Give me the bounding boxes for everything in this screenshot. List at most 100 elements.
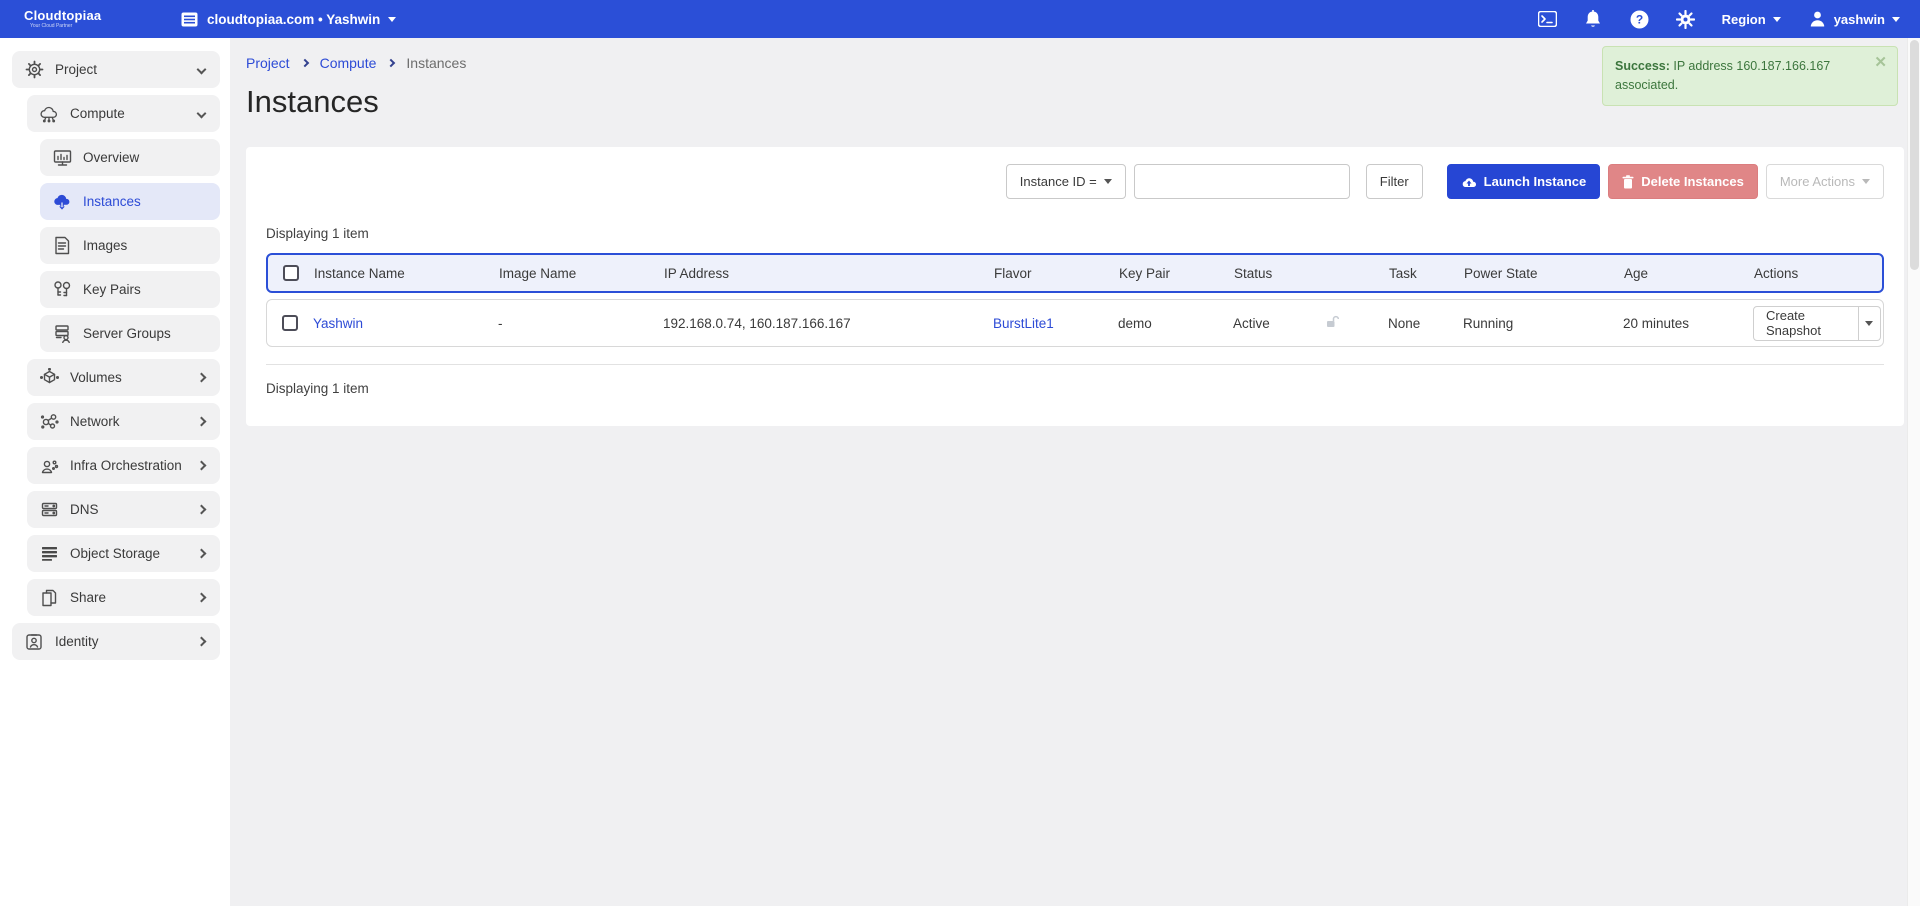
filter-button[interactable]: Filter — [1366, 164, 1423, 199]
row-actions-menu-toggle[interactable] — [1859, 306, 1881, 341]
dns-server-icon — [39, 500, 59, 520]
chevron-down-icon — [1892, 17, 1900, 22]
breadcrumb-compute[interactable]: Compute — [320, 55, 377, 71]
help-icon[interactable]: ? — [1630, 10, 1649, 29]
chevron-right-icon — [300, 59, 308, 67]
sidebar-nav: Project Compute Overview Instances — [0, 38, 230, 906]
svg-text:?: ? — [1635, 12, 1642, 26]
user-menu[interactable]: yashwin — [1808, 10, 1900, 29]
settings-gear-icon[interactable] — [1676, 10, 1695, 29]
flavor-link[interactable]: BurstLite1 — [993, 316, 1118, 331]
sidebar-item-label: Compute — [70, 106, 125, 121]
row-checkbox[interactable] — [282, 315, 298, 331]
filter-field-label: Instance ID = — [1020, 174, 1097, 189]
age-cell: 20 minutes — [1623, 316, 1753, 331]
chevron-right-icon — [197, 549, 207, 559]
filter-field-dropdown[interactable]: Instance ID = — [1006, 164, 1126, 199]
column-header: Status — [1234, 266, 1389, 281]
more-actions-label: More Actions — [1780, 174, 1855, 189]
create-snapshot-button[interactable]: Create Snapshot — [1753, 306, 1859, 341]
network-icon — [39, 412, 59, 432]
sidebar-item-volumes[interactable]: Volumes — [27, 359, 220, 396]
column-header: Task — [1389, 266, 1464, 281]
share-pages-icon — [39, 588, 59, 608]
chevron-right-icon — [197, 417, 207, 427]
table-toolbar: Instance ID = Filter Launch Instance Del… — [266, 164, 1884, 199]
instance-name-link[interactable]: Yashwin — [313, 316, 498, 331]
sidebar-item-label: Object Storage — [70, 546, 160, 561]
launch-instance-label: Launch Instance — [1484, 174, 1587, 189]
region-dropdown[interactable]: Region — [1722, 12, 1781, 27]
notifications-bell-icon[interactable] — [1584, 10, 1603, 29]
image-name-cell: - — [498, 316, 663, 331]
sidebar-item-dns[interactable]: DNS — [27, 491, 220, 528]
chevron-down-icon — [197, 109, 207, 119]
sidebar-item-object-storage[interactable]: Object Storage — [27, 535, 220, 572]
top-navbar: Cloudtopiaa Your Cloud Partner cloudtopi… — [0, 0, 1920, 38]
main-content: Project Compute Instances Instances Succ… — [230, 38, 1920, 906]
column-header: Age — [1624, 266, 1754, 281]
instances-panel: Instance ID = Filter Launch Instance Del… — [246, 147, 1904, 426]
table-header-row: Instance Name Image Name IP Address Flav… — [266, 253, 1884, 293]
row-actions-split-button: Create Snapshot — [1753, 306, 1881, 341]
chevron-down-icon — [1104, 179, 1112, 184]
launch-instance-button[interactable]: Launch Instance — [1447, 164, 1601, 199]
close-icon[interactable]: ✕ — [1874, 55, 1887, 70]
trash-icon — [1622, 175, 1634, 189]
task-cell: None — [1388, 316, 1463, 331]
success-alert: Success: IP address 160.187.166.167 asso… — [1602, 46, 1898, 106]
column-header: IP Address — [664, 266, 994, 281]
sidebar-item-instances[interactable]: Instances — [40, 183, 220, 220]
sidebar-item-label: Images — [83, 238, 127, 253]
chevron-right-icon — [197, 505, 207, 515]
cloud-upload-icon — [1461, 176, 1477, 188]
sidebar-item-infra-orchestration[interactable]: Infra Orchestration — [27, 447, 220, 484]
delete-instances-button[interactable]: Delete Instances — [1608, 164, 1758, 199]
project-context-switcher[interactable]: cloudtopiaa.com • Yashwin — [180, 10, 396, 29]
sidebar-item-images[interactable]: Images — [40, 227, 220, 264]
sidebar-item-share[interactable]: Share — [27, 579, 220, 616]
sidebar-item-overview[interactable]: Overview — [40, 139, 220, 176]
sidebar-item-label: Project — [55, 62, 97, 77]
chevron-down-icon — [388, 17, 396, 22]
sidebar-item-identity[interactable]: Identity — [12, 623, 220, 660]
sidebar-item-label: Network — [70, 414, 120, 429]
sidebar-item-network[interactable]: Network — [27, 403, 220, 440]
more-actions-dropdown[interactable]: More Actions — [1766, 164, 1884, 199]
sidebar-item-server-groups[interactable]: Server Groups — [40, 315, 220, 352]
status-cell: Active — [1233, 316, 1270, 331]
chevron-down-icon — [1865, 321, 1873, 326]
filter-search-input[interactable] — [1134, 164, 1350, 199]
overview-monitor-icon — [52, 148, 72, 168]
column-header: Actions — [1754, 266, 1882, 281]
item-count-top: Displaying 1 item — [266, 226, 1884, 241]
sidebar-item-key-pairs[interactable]: Key Pairs — [40, 271, 220, 308]
chevron-down-icon — [197, 65, 207, 75]
scrollbar-thumb[interactable] — [1910, 40, 1919, 270]
chevron-right-icon — [197, 461, 207, 471]
item-count-bottom: Displaying 1 item — [266, 381, 1884, 396]
column-header: Flavor — [994, 266, 1119, 281]
unlocked-padlock-icon — [1326, 315, 1339, 331]
key-pair-cell: demo — [1118, 316, 1233, 331]
server-groups-icon — [52, 324, 72, 344]
sidebar-item-compute[interactable]: Compute — [27, 95, 220, 132]
sidebar-item-label: Identity — [55, 634, 99, 649]
select-all-checkbox[interactable] — [283, 265, 299, 281]
brand-logo[interactable]: Cloudtopiaa Your Cloud Partner — [24, 9, 180, 29]
brand-name: Cloudtopiaa — [24, 9, 180, 22]
sidebar-item-project[interactable]: Project — [12, 51, 220, 88]
key-pairs-icon — [52, 280, 72, 300]
console-icon[interactable] — [1538, 10, 1557, 29]
sidebar-item-label: Instances — [83, 194, 141, 209]
table-footer-divider — [266, 364, 1884, 365]
chevron-right-icon — [387, 59, 395, 67]
instances-cloud-icon — [52, 192, 72, 212]
chevron-right-icon — [197, 637, 207, 647]
column-header: Instance Name — [314, 266, 499, 281]
breadcrumb-project[interactable]: Project — [246, 55, 290, 71]
sidebar-item-label: Infra Orchestration — [70, 458, 182, 473]
column-header: Image Name — [499, 266, 664, 281]
delete-instances-label: Delete Instances — [1641, 174, 1744, 189]
page-scrollbar[interactable] — [1907, 38, 1920, 906]
